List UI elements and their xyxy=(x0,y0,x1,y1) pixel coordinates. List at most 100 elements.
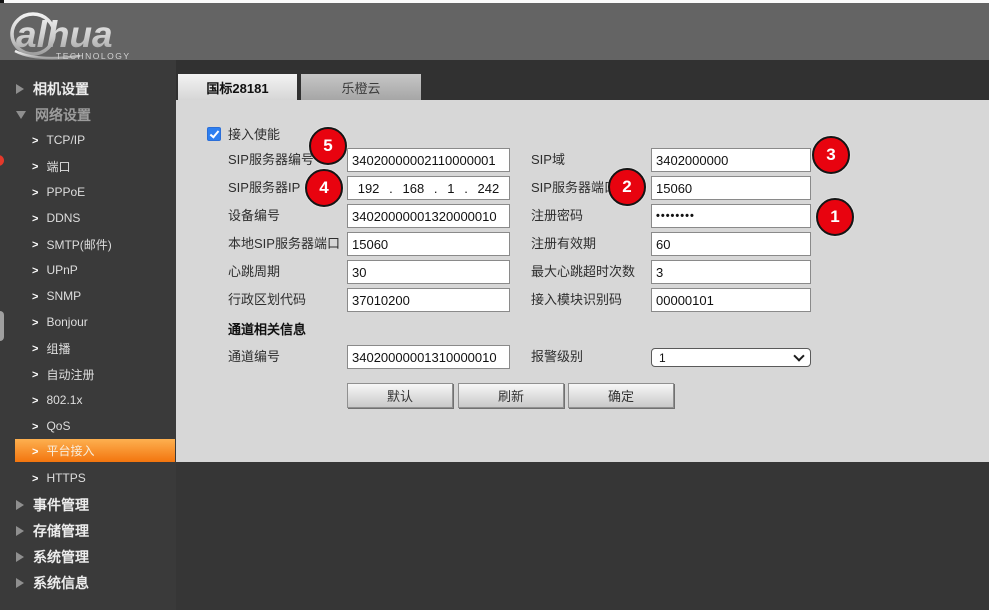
sip-domain-input[interactable] xyxy=(651,148,811,172)
channel-info-section-header: 通道相关信息 xyxy=(228,319,306,338)
alarm-level-label: 报警级别 xyxy=(531,345,583,369)
chevron-right-icon xyxy=(32,471,38,485)
sidebar-item-ddns[interactable]: DDNS xyxy=(32,210,80,226)
local-sip-port-label: 本地SIP服务器端口 xyxy=(228,232,340,256)
admin-region-code-input[interactable] xyxy=(347,288,510,312)
refresh-button[interactable]: 刷新 xyxy=(458,383,564,408)
sidebar-item-label: PPPoE xyxy=(46,185,85,199)
ip-octet-2: 168 xyxy=(402,181,424,196)
tab-lechange[interactable]: 乐橙云 xyxy=(301,74,421,100)
register-valid-period-label: 注册有效期 xyxy=(531,232,596,256)
sidebar-item-label: 自动注册 xyxy=(46,366,94,383)
chevron-right-icon xyxy=(32,315,38,329)
chevron-down-icon xyxy=(793,350,804,361)
sidebar-item-label: HTTPS xyxy=(46,471,85,485)
tab-label: 乐橙云 xyxy=(341,78,380,97)
sip-domain-label: SIP域 xyxy=(531,148,565,172)
sidebar-item-smtp[interactable]: SMTP(邮件) xyxy=(32,236,112,252)
access-enable-checkbox[interactable] xyxy=(207,127,221,141)
sip-server-port-input[interactable] xyxy=(651,176,811,200)
tab-label: 国标28181 xyxy=(206,78,268,97)
device-id-input[interactable] xyxy=(347,204,510,228)
sidebar-group-event-management[interactable]: 事件管理 xyxy=(16,496,89,513)
chevron-right-icon xyxy=(32,367,38,381)
access-module-id-input[interactable] xyxy=(651,288,811,312)
sidebar-item-tcpip[interactable]: TCP/IP xyxy=(32,132,85,148)
sidebar-group-label: 系统管理 xyxy=(33,547,89,567)
sip-server-ip-label: SIP服务器IP xyxy=(228,176,300,200)
button-label: 确定 xyxy=(608,386,634,405)
alarm-level-value: 1 xyxy=(659,351,666,365)
chevron-right-icon xyxy=(32,185,38,199)
access-module-id-label: 接入模块识别码 xyxy=(531,288,622,312)
sidebar-item-label: SNMP xyxy=(46,289,81,303)
register-password-input[interactable] xyxy=(651,204,811,228)
annotation-badge-2: 2 xyxy=(608,168,646,206)
sidebar-item-label: 端口 xyxy=(46,158,70,175)
max-heartbeat-timeout-input[interactable] xyxy=(651,260,811,284)
heartbeat-period-input[interactable] xyxy=(347,260,510,284)
chevron-right-icon xyxy=(32,393,38,407)
tab-gb28181[interactable]: 国标28181 xyxy=(178,74,297,100)
sidebar-group-system-management[interactable]: 系统管理 xyxy=(16,548,89,565)
chevron-right-icon xyxy=(32,159,38,173)
confirm-button[interactable]: 确定 xyxy=(568,383,674,408)
triangle-right-icon xyxy=(16,500,24,510)
access-enable-label: 接入使能 xyxy=(228,127,280,142)
channel-id-input[interactable] xyxy=(347,345,510,369)
annotation-badge-5: 5 xyxy=(309,127,347,165)
sidebar-item-label: DDNS xyxy=(46,211,80,225)
triangle-right-icon xyxy=(16,578,24,588)
sidebar-item-upnp[interactable]: UPnP xyxy=(32,262,78,278)
alarm-level-select[interactable]: 1 xyxy=(651,348,811,367)
gb28181-form-panel: 接入使能 SIP服务器编号 SIP域 SIP服务器IP 192 168 1 24… xyxy=(176,100,989,462)
sidebar-collapse-handle[interactable] xyxy=(0,311,4,341)
sidebar-group-label: 存储管理 xyxy=(33,521,89,541)
sidebar-group-network-settings[interactable]: 网络设置 xyxy=(16,106,91,123)
device-id-label: 设备编号 xyxy=(228,204,280,228)
default-button[interactable]: 默认 xyxy=(347,383,453,408)
sidebar-item-port[interactable]: 端口 xyxy=(32,158,70,174)
max-heartbeat-timeout-label: 最大心跳超时次数 xyxy=(531,260,635,284)
sidebar-item-multicast[interactable]: 组播 xyxy=(32,340,70,356)
sidebar-item-qos[interactable]: QoS xyxy=(32,418,70,434)
sidebar-group-label: 系统信息 xyxy=(33,573,89,593)
ip-octet-3: 1 xyxy=(447,181,454,196)
button-label: 刷新 xyxy=(498,386,524,405)
sip-server-ip-input[interactable]: 192 168 1 242 xyxy=(347,176,510,200)
sip-server-id-input[interactable] xyxy=(347,148,510,172)
register-valid-period-input[interactable] xyxy=(651,232,811,256)
sidebar-group-system-info[interactable]: 系统信息 xyxy=(16,574,89,591)
heartbeat-period-label: 心跳周期 xyxy=(228,260,280,284)
dahua-logo: alhua TECHNOLOGY xyxy=(8,9,178,63)
sip-server-id-label: SIP服务器编号 xyxy=(228,148,314,172)
chevron-right-icon xyxy=(32,289,38,303)
local-sip-port-input[interactable] xyxy=(347,232,510,256)
sidebar-group-storage-management[interactable]: 存储管理 xyxy=(16,522,89,539)
sidebar-item-label: 802.1x xyxy=(46,393,82,407)
chevron-right-icon xyxy=(32,237,38,251)
ip-octet-4: 242 xyxy=(478,181,500,196)
ip-octet-1: 192 xyxy=(358,181,380,196)
sidebar-item-snmp[interactable]: SNMP xyxy=(32,288,81,304)
ip-dot xyxy=(434,181,438,196)
sidebar-group-label: 网络设置 xyxy=(35,105,91,125)
sidebar-item-label: 平台接入 xyxy=(46,442,94,459)
sidebar-item-bonjour[interactable]: Bonjour xyxy=(32,314,88,330)
admin-region-code-label: 行政区划代码 xyxy=(228,288,306,312)
sidebar-item-https[interactable]: HTTPS xyxy=(32,470,86,486)
sidebar-item-label: UPnP xyxy=(46,263,77,277)
chevron-right-icon xyxy=(32,341,38,355)
channel-id-label: 通道编号 xyxy=(228,345,280,369)
sidebar-item-pppoe[interactable]: PPPoE xyxy=(32,184,85,200)
sidebar-item-platform-access-active[interactable]: 平台接入 xyxy=(15,439,175,462)
sip-server-port-label: SIP服务器端口 xyxy=(531,176,617,200)
sidebar-item-8021x[interactable]: 802.1x xyxy=(32,392,82,408)
sidebar-item-auto-register[interactable]: 自动注册 xyxy=(32,366,94,382)
sidebar-item-label: 组播 xyxy=(46,340,70,357)
triangle-right-icon xyxy=(16,552,24,562)
sidebar-group-camera-settings[interactable]: 相机设置 xyxy=(16,80,89,97)
sidebar-item-label: QoS xyxy=(46,419,70,433)
register-password-label: 注册密码 xyxy=(531,204,583,228)
ip-dot xyxy=(389,181,393,196)
